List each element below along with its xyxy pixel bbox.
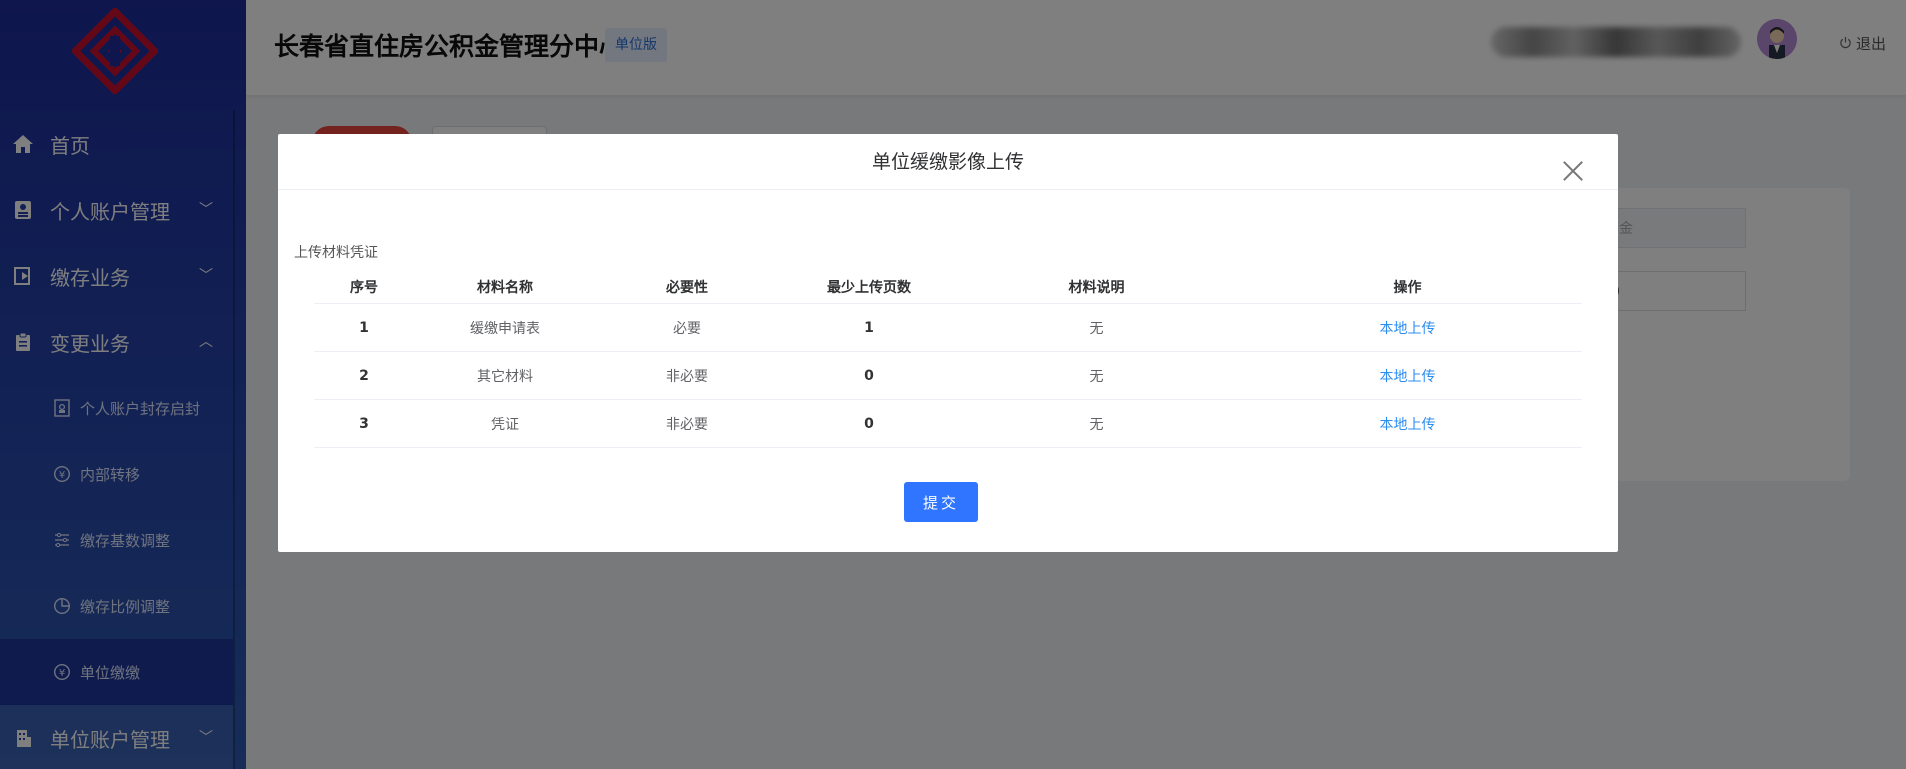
submit-button[interactable]: 提交: [904, 482, 978, 522]
material-name: 缓缴申请表: [470, 320, 540, 337]
row-index: 3: [359, 415, 369, 432]
section-label: 上传材料凭证: [294, 245, 378, 261]
row-index: 2: [359, 367, 369, 384]
column-header: 序号: [350, 279, 378, 296]
material-name: 凭证: [491, 416, 519, 433]
column-header: 材料名称: [477, 279, 533, 296]
table-row: 2 其它材料 非必要 0 无 本地上传: [314, 352, 1582, 400]
material-description: 无: [1089, 320, 1104, 337]
local-upload-link[interactable]: 本地上传: [1380, 366, 1436, 386]
close-icon[interactable]: [1562, 160, 1584, 182]
material-description: 无: [1089, 368, 1104, 385]
required-flag: 必要: [673, 320, 701, 337]
upload-dialog: 单位缓缴影像上传 上传材料凭证 序号 材料名称 必要性 最少上传页数 材料说明 …: [278, 134, 1618, 552]
required-flag: 非必要: [666, 368, 708, 385]
table-row: 1 缓缴申请表 必要 1 无 本地上传: [314, 304, 1582, 352]
min-pages: 0: [864, 367, 874, 384]
material-description: 无: [1089, 416, 1104, 433]
table-header-row: 序号 材料名称 必要性 最少上传页数 材料说明 操作: [314, 270, 1582, 304]
dialog-title: 单位缓缴影像上传: [278, 134, 1618, 190]
local-upload-link[interactable]: 本地上传: [1380, 414, 1436, 434]
row-index: 1: [359, 319, 369, 336]
column-header: 必要性: [666, 279, 708, 296]
material-name: 其它材料: [477, 368, 533, 385]
column-header: 操作: [1393, 279, 1422, 296]
local-upload-link[interactable]: 本地上传: [1380, 318, 1436, 338]
min-pages: 0: [864, 415, 874, 432]
min-pages: 1: [864, 319, 874, 336]
column-header: 材料说明: [1068, 279, 1125, 296]
table-row: 3 凭证 非必要 0 无 本地上传: [314, 400, 1582, 448]
materials-table: 序号 材料名称 必要性 最少上传页数 材料说明 操作 1 缓缴申请表 必要 1 …: [314, 270, 1582, 448]
required-flag: 非必要: [666, 416, 708, 433]
column-header: 最少上传页数: [827, 279, 911, 296]
